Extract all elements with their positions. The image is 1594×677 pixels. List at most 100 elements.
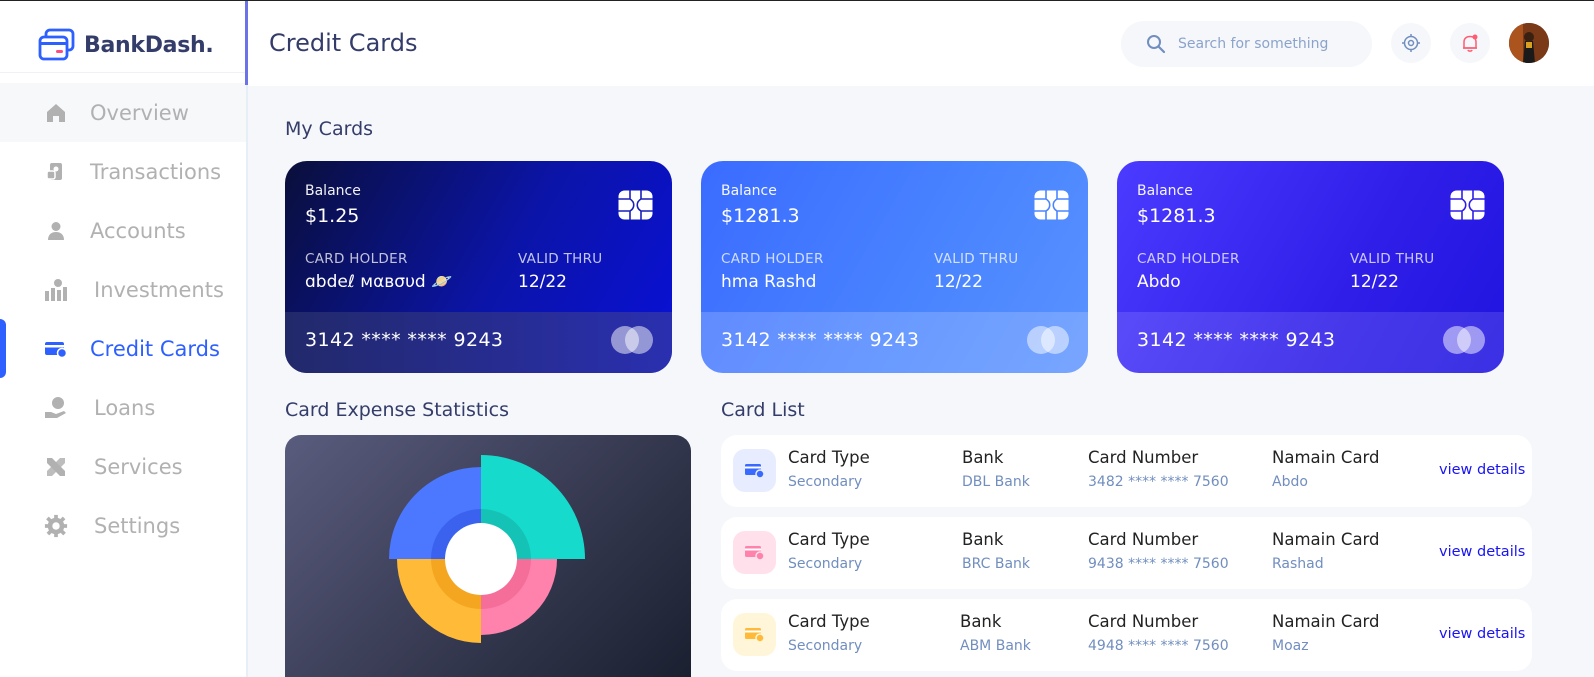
view-details-link[interactable]: view details (1439, 544, 1525, 560)
bell-icon (1463, 34, 1478, 52)
app-name: BankDash. (84, 32, 214, 58)
namain-card-value: Abdo (1272, 474, 1308, 490)
view-details-link[interactable]: view details (1439, 626, 1525, 642)
card-number: 3142 **** **** 9243 (305, 329, 504, 351)
settings-button[interactable] (1391, 23, 1431, 63)
card-type-label: Card Type (788, 448, 870, 467)
header: Credit Cards (248, 1, 1594, 86)
namain-card-label: Namain Card (1272, 612, 1380, 631)
logo[interactable]: BankDash. (38, 28, 214, 62)
sidebar-item-label: Services (94, 454, 183, 479)
sidebar-item-accounts[interactable]: Accounts (0, 201, 246, 260)
card-type-label: Card Type (788, 530, 870, 549)
header-accent-line (245, 1, 248, 85)
sidebar-item-transactions[interactable]: Transactions (0, 142, 246, 201)
sidebar-item-loans[interactable]: Loans (0, 378, 246, 437)
my-cards-title: My Cards (285, 118, 374, 140)
balance-value: $1.25 (305, 205, 360, 227)
sidebar: BankDash. Overview Transactions Accounts (0, 1, 248, 677)
sidebar-item-credit-cards[interactable]: Credit Cards (0, 319, 246, 378)
sidebar-item-investments[interactable]: Investments (0, 260, 246, 319)
sidebar-item-label: Settings (94, 513, 181, 538)
gear-icon (1402, 34, 1420, 52)
card-holder-name: ɑbdeℓ мαвσυd 🪐 (305, 272, 453, 292)
sidebar-item-label: Credit Cards (90, 336, 220, 361)
chip-icon (1034, 190, 1069, 220)
sidebar-item-label: Loans (94, 395, 156, 420)
user-photo-icon (1509, 23, 1549, 63)
search-input[interactable] (1178, 36, 1368, 52)
card-number-value: 3482 **** **** 7560 (1088, 474, 1229, 490)
credit-card-icon (44, 337, 68, 361)
card-number-label: Card Number (1088, 448, 1199, 467)
card-number-value: 4948 **** **** 7560 (1088, 638, 1229, 654)
home-icon (44, 101, 68, 125)
sidebar-item-services[interactable]: Services (0, 437, 246, 496)
search-box[interactable] (1121, 21, 1372, 67)
bank-value: ABM Bank (960, 638, 1031, 654)
credit-card[interactable]: Balance $1281.3 CARD HOLDER hma Rashd VA… (701, 161, 1088, 373)
card-type-value: Secondary (788, 556, 863, 572)
card-icon (733, 449, 776, 492)
namain-card-value: Moaz (1272, 638, 1309, 654)
card-number-label: Card Number (1088, 530, 1199, 549)
namain-card-value: Rashad (1272, 556, 1324, 572)
expense-chart (389, 455, 585, 643)
card-list-title: Card List (721, 399, 805, 421)
bank-value: BRC Bank (962, 556, 1031, 572)
sidebar-item-label: Accounts (90, 218, 186, 243)
sidebar-item-settings[interactable]: Settings (0, 496, 246, 555)
bank-label: Bank (962, 448, 1004, 467)
valid-thru-value: 12/22 (1350, 272, 1399, 292)
bank-label: Bank (962, 530, 1004, 549)
balance-label: Balance (305, 183, 361, 199)
card-type-label: Card Type (788, 612, 870, 631)
balance-label: Balance (721, 183, 777, 199)
card-icon (733, 531, 776, 574)
balance-value: $1281.3 (721, 205, 800, 227)
mastercard-logo-icon (1443, 326, 1485, 354)
card-holder-name: Abdo (1137, 272, 1181, 292)
sidebar-item-overview[interactable]: Overview (0, 83, 246, 142)
card-type-value: Secondary (788, 638, 863, 654)
mastercard-logo-icon (1027, 326, 1069, 354)
card-number-value: 9438 **** **** 7560 (1088, 556, 1229, 572)
bank-value: DBL Bank (962, 474, 1030, 490)
transfer-icon (44, 160, 68, 184)
page-title: Credit Cards (269, 29, 418, 57)
services-icon (44, 455, 68, 479)
namain-card-label: Namain Card (1272, 530, 1380, 549)
user-icon (44, 219, 68, 243)
sidebar-item-label: Transactions (90, 159, 222, 184)
expense-statistics-panel (285, 435, 691, 677)
search-icon (1147, 35, 1166, 54)
chip-icon (618, 190, 653, 220)
card-holder-label: CARD HOLDER (305, 251, 408, 267)
card-type-value: Secondary (788, 474, 863, 490)
list-item[interactable]: Card Type Secondary Bank ABM Bank Card Num… (721, 599, 1532, 671)
credit-card[interactable]: Balance $1.25 CARD HOLDER ɑbdeℓ мαвσυd 🪐… (285, 161, 672, 373)
credit-card[interactable]: Balance $1281.3 CARD HOLDER Abdo VALID T… (1117, 161, 1504, 373)
list-item[interactable]: Card Type Secondary Bank BRC Bank Card Num… (721, 517, 1532, 589)
card-number: 3142 **** **** 9243 (721, 329, 920, 351)
card-icon (733, 613, 776, 656)
view-details-link[interactable]: view details (1439, 462, 1525, 478)
notifications-button[interactable] (1450, 23, 1490, 63)
loan-icon (44, 396, 68, 420)
sidebar-nav: Overview Transactions Accounts Investmen… (0, 83, 246, 555)
balance-label: Balance (1137, 183, 1193, 199)
settings-icon (44, 514, 68, 538)
valid-thru-label: VALID THRU (1350, 251, 1435, 267)
investment-icon (44, 278, 68, 302)
valid-thru-value: 12/22 (934, 272, 983, 292)
avatar[interactable] (1509, 23, 1549, 63)
card-holder-name: hma Rashd (721, 272, 817, 292)
logo-icon (38, 28, 75, 61)
chip-icon (1450, 190, 1485, 220)
list-item[interactable]: Card Type Secondary Bank DBL Bank Card Num… (721, 435, 1532, 507)
valid-thru-label: VALID THRU (518, 251, 603, 267)
mastercard-logo-icon (611, 326, 653, 354)
sidebar-item-label: Investments (94, 277, 224, 302)
card-number-label: Card Number (1088, 612, 1199, 631)
valid-thru-value: 12/22 (518, 272, 567, 292)
